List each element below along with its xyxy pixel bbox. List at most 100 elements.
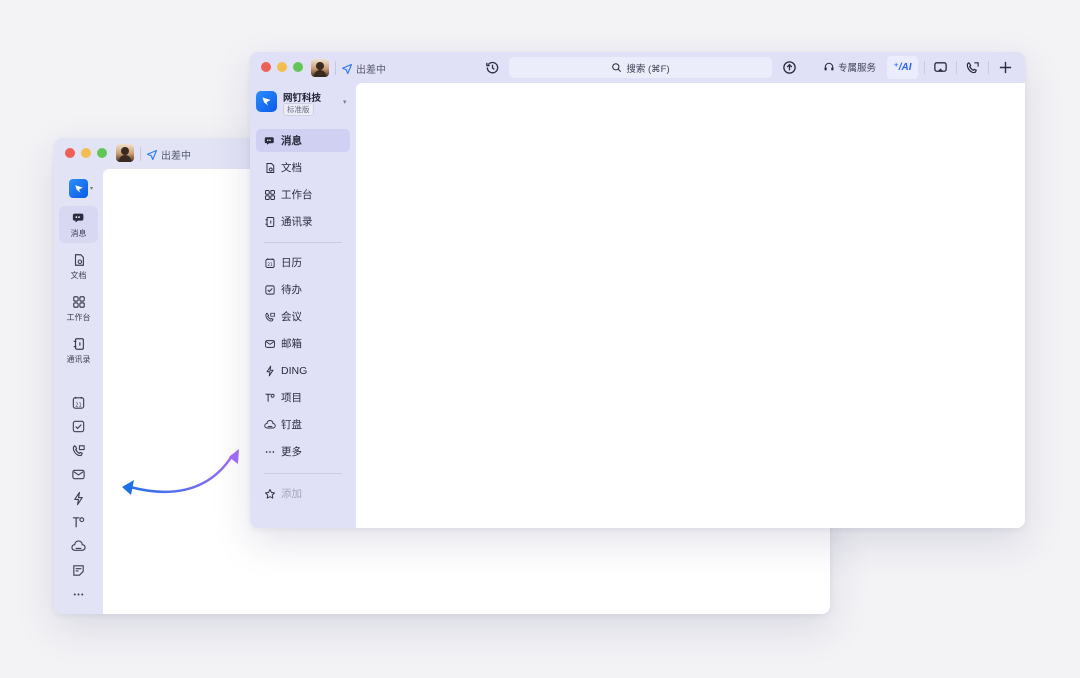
project-icon: [265, 393, 275, 402]
dingtalk-logo-icon: [262, 97, 271, 106]
meeting-icon: [265, 312, 275, 321]
divider: [140, 147, 141, 161]
nav-item-messages[interactable]: 消息: [256, 129, 350, 152]
app-logo[interactable]: [69, 179, 88, 198]
workbench-icon: [72, 296, 85, 308]
message-icon: [72, 213, 83, 223]
rail-item-contacts[interactable]: 通讯录: [59, 337, 98, 365]
sidebar: 网钉科技 标准版 ▾ 消息 文档 工作台 通讯录 21 日历 待办 会议 邮箱 …: [250, 83, 356, 528]
divider: [335, 61, 336, 75]
project-icon: [72, 517, 85, 528]
rail-mail[interactable]: [71, 467, 86, 482]
contacts-icon: [73, 338, 84, 350]
divider: [956, 61, 957, 74]
maximize-button[interactable]: [97, 148, 107, 158]
titlebar: 出差中 搜索 (⌘F) 专属服务 ⁺/AI: [250, 52, 1025, 83]
rail-project[interactable]: [71, 515, 86, 530]
maximize-button[interactable]: [293, 62, 303, 72]
more-icon: [73, 593, 84, 596]
rail-meeting[interactable]: [71, 443, 86, 458]
window-controls: [261, 62, 303, 72]
phone-icon: [966, 61, 979, 73]
nav-item-label: 项目: [281, 392, 302, 404]
nav-item-label: DING: [281, 364, 308, 377]
ai-label: ⁺/AI: [893, 62, 912, 73]
upload-icon: [782, 60, 796, 74]
mail-icon: [72, 469, 85, 480]
calendar-icon: 21: [72, 396, 85, 409]
nav-item-mail[interactable]: 邮箱: [256, 332, 350, 355]
avatar[interactable]: [116, 144, 134, 162]
nav-item-docs[interactable]: 文档: [256, 156, 350, 179]
rail-calendar[interactable]: 21: [71, 395, 86, 410]
rail-item-label: 消息: [70, 229, 87, 238]
workbench-icon: [265, 189, 275, 200]
add-button[interactable]: [997, 59, 1013, 75]
nav-item-label: 文档: [281, 162, 302, 174]
screen-share-button[interactable]: [932, 59, 948, 75]
nav-item-contacts[interactable]: 通讯录: [256, 210, 350, 233]
dingtalk-logo-icon: [74, 184, 83, 193]
rail-more[interactable]: [71, 587, 86, 602]
nav-item-label: 日历: [281, 257, 302, 269]
nav-item-label: 钉盘: [281, 419, 302, 431]
org-logo: [256, 91, 277, 112]
rail-todo[interactable]: [71, 419, 86, 434]
close-button[interactable]: [65, 148, 75, 158]
svg-text:21: 21: [75, 402, 82, 408]
nav-item-workbench[interactable]: 工作台: [256, 183, 350, 206]
travel-status[interactable]: 出差中: [341, 61, 386, 76]
rail-item-docs[interactable]: 文档: [59, 253, 98, 281]
side-rail: ▾ 消息 文档 工作台 通讯录 21: [54, 169, 103, 614]
rail-item-label: 文档: [70, 271, 87, 280]
nav-item-calendar[interactable]: 21 日历: [256, 251, 350, 274]
drive-icon: [264, 419, 276, 428]
ai-button[interactable]: ⁺/AI: [887, 56, 918, 79]
nav-item-label: 邮箱: [281, 338, 302, 350]
window-controls: [65, 148, 107, 158]
search-input[interactable]: 搜索 (⌘F): [509, 57, 772, 78]
close-button[interactable]: [261, 62, 271, 72]
nav-item-meeting[interactable]: 会议: [256, 305, 350, 328]
nav-item-label: 添加: [281, 488, 302, 500]
nav-item-label: 工作台: [281, 189, 313, 201]
content-area: [356, 83, 1025, 528]
call-button[interactable]: [964, 59, 980, 75]
rail-item-label: 通讯录: [66, 355, 91, 364]
avatar[interactable]: [311, 59, 329, 77]
svg-text:21: 21: [267, 262, 273, 267]
contacts-icon: [265, 216, 275, 227]
travel-status[interactable]: 出差中: [146, 147, 191, 162]
history-icon: [485, 61, 498, 73]
nav-item-more[interactable]: 更多: [256, 440, 350, 463]
rail-ding[interactable]: [71, 491, 86, 506]
nav-divider: [264, 242, 342, 243]
minimize-button[interactable]: [277, 62, 287, 72]
message-icon: [264, 136, 274, 145]
rail-item-workbench[interactable]: 工作台: [59, 295, 98, 323]
document-icon: [74, 254, 84, 266]
travel-status-label: 出差中: [161, 151, 191, 162]
rail-drive[interactable]: [71, 539, 86, 554]
notes-icon: [73, 565, 84, 576]
caret-icon: ▾: [90, 186, 94, 192]
nav-item-add[interactable]: 添加: [256, 482, 350, 505]
front-window: 出差中 搜索 (⌘F) 专属服务 ⁺/AI 网钉科技 标准版 ▾ 消息 文档 工…: [250, 52, 1025, 528]
history-button[interactable]: [484, 59, 500, 75]
search-placeholder: 搜索 (⌘F): [626, 63, 670, 75]
org-name: 网钉科技: [283, 93, 322, 104]
minimize-button[interactable]: [81, 148, 91, 158]
airplane-icon: [146, 149, 158, 160]
nav-item-drive[interactable]: 钉盘: [256, 413, 350, 436]
rail-item-messages[interactable]: 消息: [59, 206, 98, 243]
ding-icon: [266, 365, 274, 376]
service-button[interactable]: 专属服务: [823, 60, 876, 74]
divider: [988, 61, 989, 74]
nav-item-todo[interactable]: 待办: [256, 278, 350, 301]
nav-item-ding[interactable]: DING: [256, 359, 350, 382]
nav-item-project[interactable]: 项目: [256, 386, 350, 409]
rail-notes[interactable]: [71, 563, 86, 578]
org-switcher[interactable]: 网钉科技 标准版 ▾: [256, 91, 354, 117]
todo-icon: [265, 284, 275, 295]
upload-button[interactable]: [781, 59, 797, 75]
